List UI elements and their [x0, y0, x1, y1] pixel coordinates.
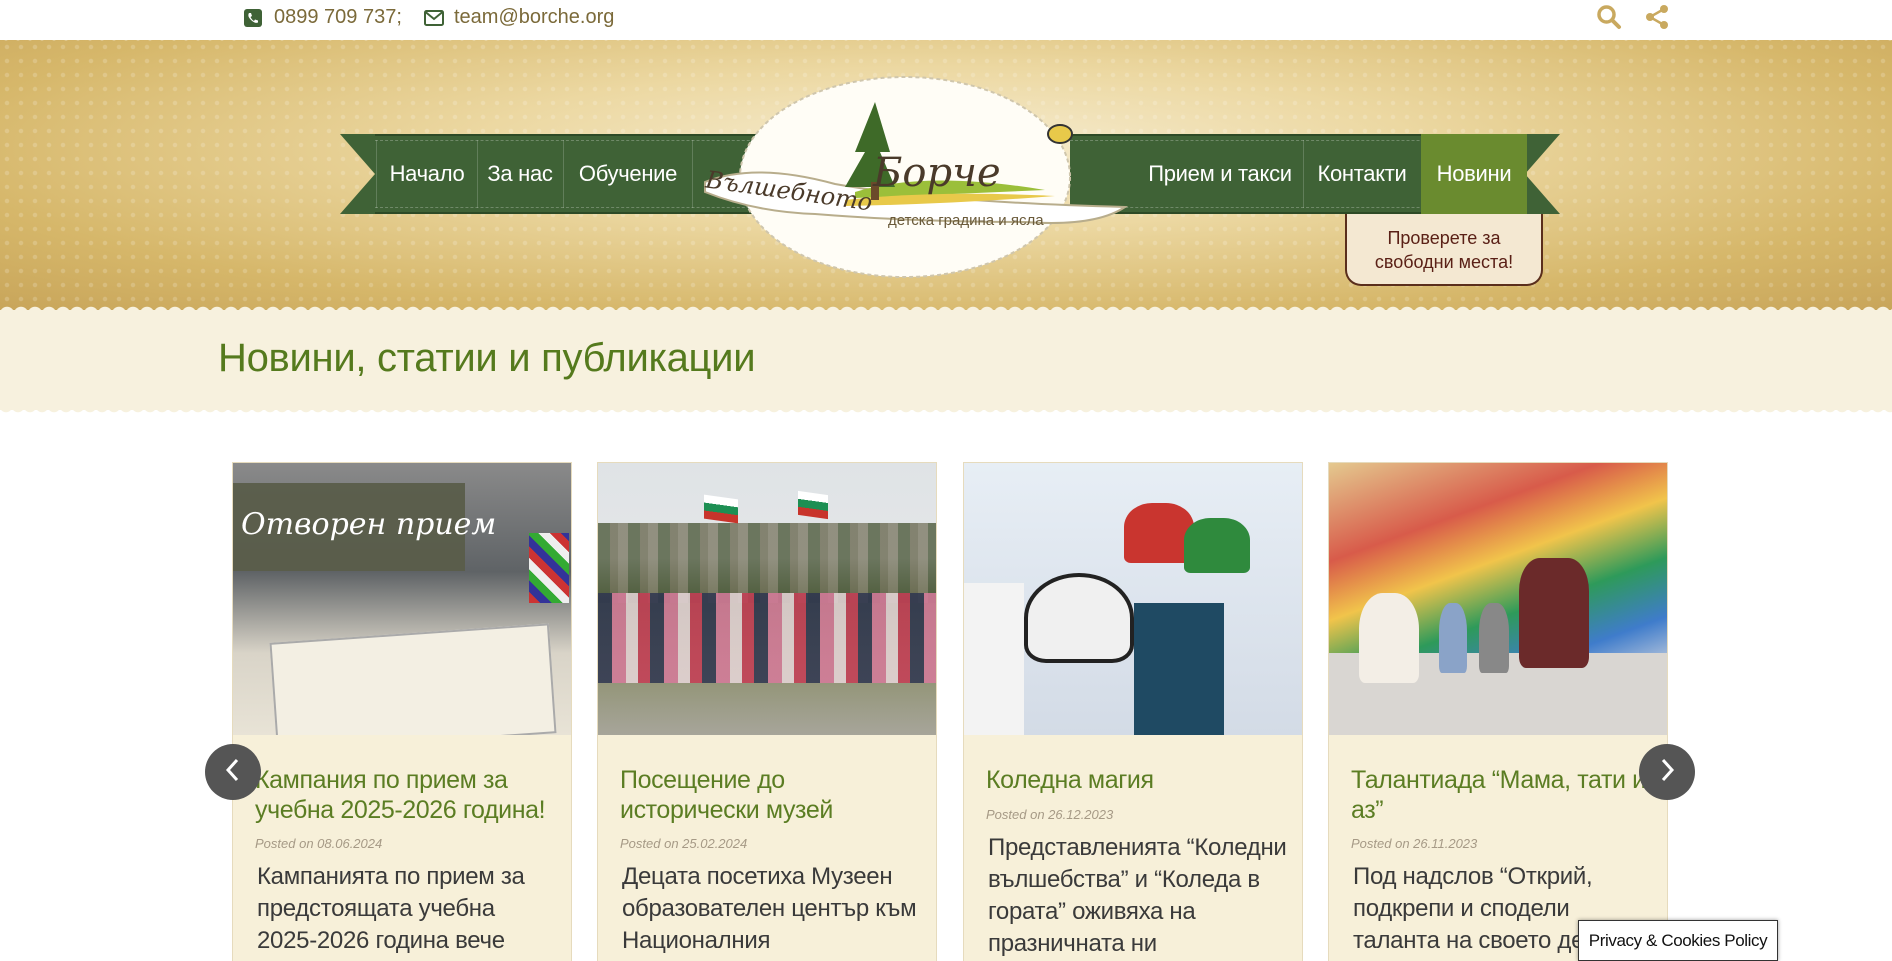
post-title[interactable]: Кампания по прием за учебна 2025-2026 го… — [255, 765, 555, 825]
top-bar: 0899 709 737; team@borche.org — [0, 0, 1892, 40]
post-card[interactable]: Отворен прием Кампания по прием за учебн… — [232, 462, 572, 961]
post-image[interactable] — [1329, 463, 1667, 735]
image-caption: Отворен прием — [241, 507, 497, 542]
nav-education[interactable]: Обучение — [564, 134, 692, 214]
post-card[interactable]: Талантиада “Мама, тати и аз” Posted on 2… — [1328, 462, 1668, 961]
share-icon[interactable] — [1644, 4, 1670, 30]
scallop-divider — [0, 406, 1892, 418]
post-image[interactable]: Отворен прием — [233, 463, 571, 735]
phone-contact[interactable]: 0899 709 737; — [244, 6, 402, 29]
email-contact[interactable]: team@borche.org — [424, 6, 614, 29]
privacy-cookies-policy-button[interactable]: Privacy & Cookies Policy — [1578, 920, 1778, 961]
post-title[interactable]: Талантиада “Мама, тати и аз” — [1351, 765, 1651, 825]
post-excerpt: Представленията “Коледни вълшебства” и “… — [988, 834, 1287, 957]
phone-icon — [244, 8, 262, 27]
post-card[interactable]: Посещение до исторически музей Posted on… — [597, 462, 937, 961]
post-date: Posted on 26.11.2023 — [1351, 836, 1478, 851]
post-image[interactable] — [598, 463, 936, 735]
logo-subtitle: детска градина и ясла — [888, 212, 1044, 229]
post-date: Posted on 26.12.2023 — [986, 807, 1114, 822]
chevron-right-icon — [1657, 757, 1677, 788]
post-card[interactable]: Коледна магия Posted on 26.12.2023 Предс… — [963, 462, 1303, 961]
site-logo[interactable]: Вълшебното Борче детска градина и ясла — [695, 72, 1135, 282]
post-excerpt: Децата посетиха Музеен образователен цен… — [622, 863, 917, 954]
page-title: Новини, статии и публикации — [218, 336, 756, 380]
carousel-prev-button[interactable] — [205, 744, 261, 800]
scallop-divider — [0, 36, 1892, 48]
post-image[interactable] — [964, 463, 1302, 735]
carousel-next-button[interactable] — [1639, 744, 1695, 800]
nav-home[interactable]: Начало — [377, 134, 477, 214]
post-date: Posted on 08.06.2024 — [255, 836, 383, 851]
scallop-divider — [0, 300, 1892, 314]
ribbon-tail-right — [1525, 134, 1560, 214]
nav-news[interactable]: Новини — [1421, 134, 1527, 214]
envelope-icon — [424, 9, 444, 27]
post-title[interactable]: Посещение до исторически музей — [620, 765, 920, 825]
check-availability-button[interactable]: Проверете за свободни места! — [1345, 214, 1543, 286]
post-title[interactable]: Коледна магия — [986, 765, 1286, 795]
search-icon[interactable] — [1596, 4, 1622, 30]
ribbon-tail-left — [340, 134, 375, 214]
phone-number: 0899 709 737; — [274, 6, 402, 28]
email-address: team@borche.org — [454, 6, 615, 28]
logo-main-text: Борче — [873, 150, 1001, 196]
nav-contacts[interactable]: Контакти — [1304, 134, 1420, 214]
post-date: Posted on 25.02.2024 — [620, 836, 748, 851]
chevron-left-icon — [223, 757, 243, 788]
post-excerpt: Кампанията по прием за предстоящата учеб… — [257, 863, 525, 954]
nav-separator — [692, 140, 693, 208]
nav-admission-fees[interactable]: Прием и такси — [1140, 134, 1300, 214]
nav-about[interactable]: За нас — [478, 134, 562, 214]
